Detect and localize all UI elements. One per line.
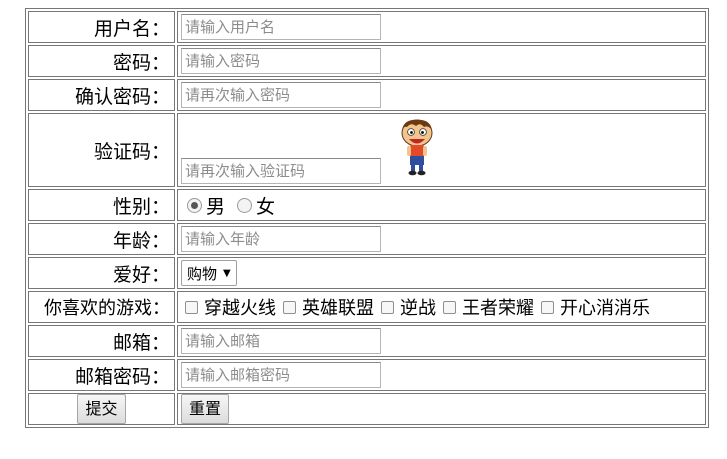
game-label-2: 英雄联盟: [302, 298, 374, 319]
email-input[interactable]: [181, 328, 381, 354]
confirm-password-input[interactable]: [181, 82, 381, 108]
game-checkbox-2[interactable]: [283, 300, 296, 314]
email-password-row: 邮箱密码：: [28, 359, 706, 391]
captcha-input[interactable]: [181, 158, 381, 184]
actions-row: 提交 重置: [28, 393, 706, 425]
password-label: 密码：: [28, 45, 175, 77]
username-label: 用户名：: [28, 11, 175, 43]
gender-female-label: 女: [256, 195, 276, 218]
submit-button[interactable]: 提交: [77, 394, 126, 424]
username-input[interactable]: [181, 14, 381, 40]
confirm-password-label: 确认密码：: [28, 79, 175, 111]
captcha-row: 验证码：: [28, 113, 706, 187]
email-password-input[interactable]: [181, 362, 381, 388]
reset-button[interactable]: 重置: [181, 394, 230, 424]
age-input[interactable]: [181, 226, 381, 252]
game-checkbox-1[interactable]: [185, 300, 198, 314]
game-checkbox-4[interactable]: [443, 300, 456, 314]
game-label-1: 穿越火线: [204, 298, 276, 319]
username-row: 用户名：: [28, 11, 706, 43]
game-label-3: 逆战: [400, 298, 436, 319]
password-input[interactable]: [181, 48, 381, 74]
cartoon-boy-icon[interactable]: [398, 118, 436, 176]
game-label-4: 王者荣耀: [462, 298, 534, 319]
gender-female-radio[interactable]: [237, 197, 253, 213]
gender-male-radio[interactable]: [187, 197, 202, 213]
games-label: 你喜欢的游戏：: [28, 291, 175, 323]
password-row: 密码：: [28, 45, 706, 77]
email-label: 邮箱：: [28, 325, 175, 357]
email-password-label: 邮箱密码：: [28, 359, 175, 391]
gender-row: 性别： 男 女: [28, 189, 706, 221]
game-label-5: 开心消消乐: [560, 298, 650, 319]
gender-label: 性别：: [28, 189, 175, 221]
age-row: 年龄：: [28, 223, 706, 255]
hobby-row: 爱好： 购物 ▼: [28, 257, 706, 289]
games-row: 你喜欢的游戏： 穿越火线 英雄联盟 逆战 王者荣耀 开心消消乐: [28, 291, 706, 323]
game-checkbox-5[interactable]: [541, 300, 554, 314]
captcha-label: 验证码：: [28, 113, 175, 187]
game-checkbox-3[interactable]: [381, 300, 394, 314]
hobby-selected-value: 购物: [187, 264, 218, 283]
registration-form: 用户名： 密码： 确认密码： 验证码：: [25, 8, 709, 428]
confirm-password-row: 确认密码：: [28, 79, 706, 111]
hobby-select[interactable]: 购物 ▼: [181, 260, 237, 286]
email-row: 邮箱：: [28, 325, 706, 357]
gender-male-label: 男: [206, 195, 226, 218]
hobby-label: 爱好：: [28, 257, 175, 289]
age-label: 年龄：: [28, 223, 175, 255]
chevron-down-icon: ▼: [223, 267, 231, 279]
